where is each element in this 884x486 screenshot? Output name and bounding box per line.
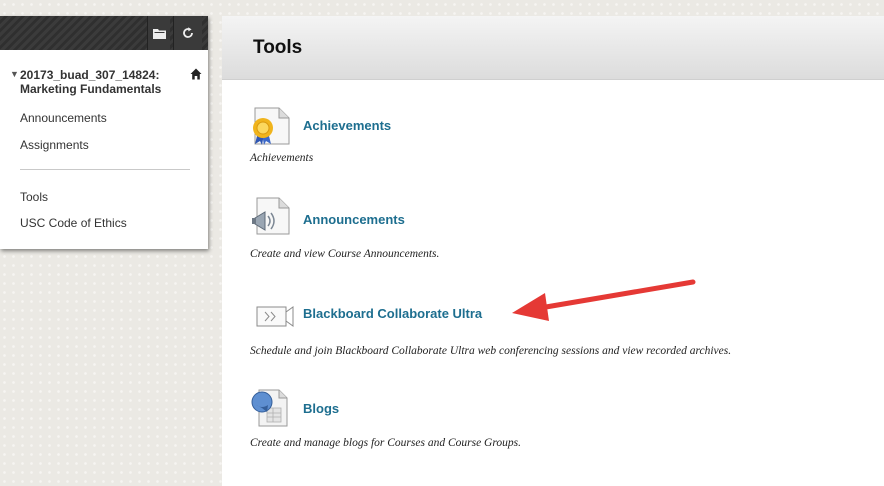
home-icon[interactable] [190, 68, 202, 80]
menu-item-announcements[interactable]: Announcements [20, 111, 107, 125]
refresh-button[interactable] [173, 16, 202, 50]
tool-description-blackboard-collaborate-ultra: Schedule and join Blackboard Collaborate… [250, 345, 732, 357]
tool-description-blogs: Create and manage blogs for Courses and … [250, 437, 522, 449]
course-title[interactable]: 20173_buad_307_14824: Marketing Fundamen… [20, 68, 190, 96]
tool-link-blogs[interactable]: Blogs [303, 401, 339, 416]
video-camera-icon[interactable] [249, 302, 299, 328]
content-area: Tools Achievements Achievements Announce… [222, 16, 884, 486]
page-header: Tools [222, 16, 884, 80]
course-title-row[interactable]: ▼ 20173_buad_307_14824: Marketing Fundam… [0, 50, 208, 96]
menu-item-assignments[interactable]: Assignments [20, 138, 89, 152]
course-menu: ▼ 20173_buad_307_14824: Marketing Fundam… [0, 16, 208, 249]
blog-document-icon[interactable] [249, 386, 295, 428]
achievements-ribbon-icon[interactable] [249, 106, 295, 146]
course-title-line2: Marketing Fundamentals [20, 82, 162, 96]
menu-item-tools[interactable]: Tools [20, 190, 48, 204]
refresh-icon [183, 27, 193, 38]
menu-item-usc-code-of-ethics[interactable]: USC Code of Ethics [20, 216, 127, 230]
tool-link-announcements[interactable]: Announcements [303, 212, 405, 227]
folder-view-button[interactable] [147, 16, 170, 50]
tool-description-achievements: Achievements [250, 152, 314, 164]
tool-link-blackboard-collaborate-ultra[interactable]: Blackboard Collaborate Ultra [303, 306, 482, 321]
page-title: Tools [253, 37, 303, 58]
course-menu-toolbar [0, 16, 208, 50]
megaphone-icon[interactable] [249, 196, 295, 236]
folder-icon [152, 28, 166, 39]
collapse-arrow-icon[interactable]: ▼ [10, 69, 19, 79]
tool-description-announcements: Create and view Course Announcements. [250, 248, 440, 260]
menu-divider [20, 169, 190, 170]
course-title-line1: 20173_buad_307_14824: [20, 68, 160, 82]
tool-link-achievements[interactable]: Achievements [303, 118, 391, 133]
